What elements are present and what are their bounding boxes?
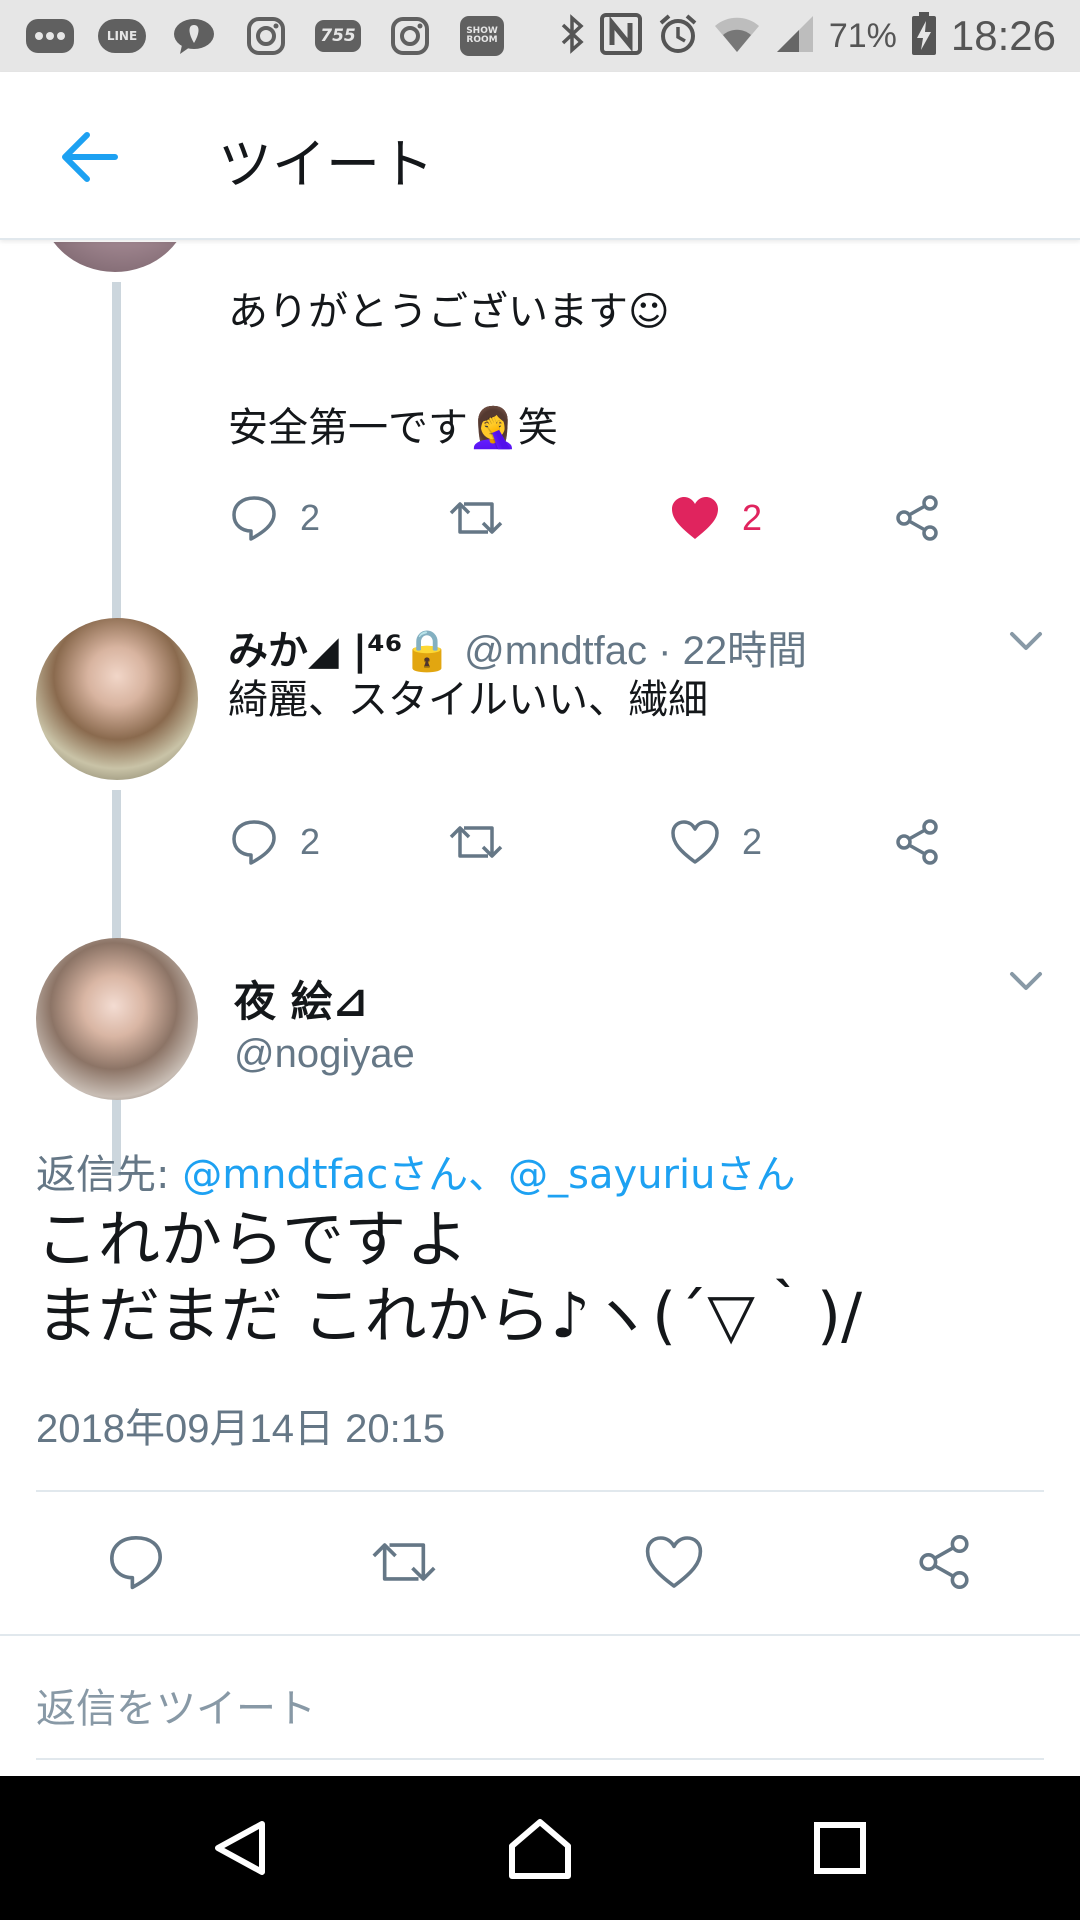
wifi-icon <box>713 14 761 58</box>
retweet-button[interactable] <box>364 1522 444 1602</box>
line-app-icon: LINE <box>98 16 146 56</box>
reply-count: 2 <box>300 821 321 862</box>
main-tweet-text: これからですよ まだまだ これから♪ヽ(´▽｀)/ <box>36 1202 862 1353</box>
main-tweet-line-1: これからですよ <box>36 1203 469 1276</box>
reply-to-label: 返信先: <box>36 1152 183 1198</box>
like-button[interactable]: 2 <box>670 488 762 548</box>
retweet-icon <box>449 502 503 534</box>
share-icon <box>896 495 938 541</box>
reply-input-underline <box>36 1758 1044 1760</box>
nav-back-button[interactable] <box>200 1808 280 1888</box>
tweet-thread: ありがとうございます☺ 安全第一です🤦‍♀️笑 2 2 みか◢ |⁴⁶🔒 @mn… <box>0 242 1080 1776</box>
tweet-text-line-1: ありがとうございます☺ <box>228 289 670 335</box>
nav-recents-button[interactable] <box>800 1808 880 1888</box>
handle-and-time[interactable]: @mndtfac · 22時間 <box>464 618 807 676</box>
showroom-icon: SHOW ROOM <box>458 16 506 56</box>
navigation-bar <box>0 1776 1080 1920</box>
back-button[interactable] <box>54 122 124 192</box>
retweet-button[interactable] <box>448 488 504 548</box>
main-tweet-line-2: まだまだ これから♪ヽ(´▽｀)/ <box>36 1278 862 1352</box>
reply-button[interactable] <box>96 1522 176 1602</box>
battery-percent: 71% <box>828 16 897 55</box>
heart-filled-icon <box>672 497 718 539</box>
showroom-label: SHOW ROOM <box>460 16 504 56</box>
app-755-label: 755 <box>315 20 361 52</box>
instagram-icon-2 <box>386 16 434 56</box>
main-tweet-actions <box>0 1522 1080 1602</box>
reply-to-links[interactable]: @mndtfacさん、@_sayuriuさん <box>182 1152 795 1198</box>
notification-icons: LINE 755 SHOW ROOM <box>26 14 506 58</box>
retweet-icon <box>449 826 503 858</box>
reply-button[interactable]: 2 <box>230 812 320 872</box>
tweet-menu-button[interactable] <box>1006 626 1046 656</box>
nav-home-button[interactable] <box>500 1808 580 1888</box>
system-status: 71% 18:26 <box>559 10 1056 62</box>
tweet-text: 綺麗、スタイルいい、繊細 <box>228 677 708 723</box>
share-icon <box>896 819 938 865</box>
reply-to-line: 返信先: @mndtfacさん、@_sayuriuさん <box>36 1142 795 1200</box>
back-arrow-icon <box>62 132 118 182</box>
reply-input[interactable]: 返信をツイート <box>36 1676 316 1734</box>
divider <box>0 1634 1080 1636</box>
share-button[interactable] <box>892 488 942 548</box>
square-recents-icon <box>814 1822 866 1874</box>
heart-outline-icon <box>645 1536 703 1588</box>
reply-count: 2 <box>300 497 321 538</box>
tweet-timestamp: 2018年09月14日 20:15 <box>36 1407 446 1451</box>
clock: 18:26 <box>950 12 1056 59</box>
share-button[interactable] <box>904 1522 984 1602</box>
battery-charging-icon <box>911 12 937 60</box>
signal-icon <box>775 14 815 58</box>
triangle-back-icon <box>215 1821 265 1875</box>
reply-icon <box>232 820 276 865</box>
tweet-actions-previous: 2 2 <box>228 488 948 548</box>
tweet-actions-mndtfac: 2 2 <box>228 812 948 872</box>
share-button[interactable] <box>892 812 942 872</box>
avatar-nogiyae[interactable] <box>36 938 198 1100</box>
like-button[interactable] <box>634 1522 714 1602</box>
thread-line <box>112 282 121 648</box>
handle[interactable]: @nogiyae <box>234 1032 415 1077</box>
chat-bubble-icon <box>170 16 218 56</box>
avatar-previous-tweet[interactable] <box>40 242 190 272</box>
chevron-down-icon <box>1010 972 1042 990</box>
like-button[interactable]: 2 <box>670 812 762 872</box>
instagram-icon <box>242 16 290 56</box>
app-755-icon: 755 <box>314 16 362 56</box>
display-name[interactable]: 夜 絵⊿ <box>234 968 368 1029</box>
alarm-icon <box>657 13 699 59</box>
status-bar: LINE 755 SHOW ROOM 71% 18:26 <box>0 0 1080 72</box>
tweet-header-mndtfac: みか◢ |⁴⁶🔒 @mndtfac · 22時間 <box>228 618 807 676</box>
like-count: 2 <box>742 821 763 862</box>
bluetooth-icon <box>559 14 585 58</box>
tweet-menu-button[interactable] <box>1006 966 1046 996</box>
share-icon <box>919 1535 969 1589</box>
app-header: ツイート <box>0 72 1080 240</box>
line-app-label: LINE <box>98 19 146 53</box>
reply-icon <box>232 496 276 541</box>
divider <box>36 1490 1044 1492</box>
home-icon <box>509 1819 571 1879</box>
reply-icon <box>110 1536 162 1590</box>
like-count: 2 <box>742 497 763 538</box>
retweet-button[interactable] <box>448 812 504 872</box>
heart-outline-icon <box>671 820 719 864</box>
more-notifications-icon <box>26 16 74 56</box>
page-title: ツイート <box>218 133 434 196</box>
chevron-down-icon <box>1010 632 1042 650</box>
avatar-mndtfac[interactable] <box>36 618 198 780</box>
display-name[interactable]: みか◢ |⁴⁶🔒 <box>228 618 452 676</box>
retweet-icon <box>372 1543 436 1581</box>
reply-button[interactable]: 2 <box>230 488 320 548</box>
tweet-text-line-2: 安全第一です🤦‍♀️笑 <box>228 405 558 451</box>
nfc-icon <box>599 12 643 60</box>
